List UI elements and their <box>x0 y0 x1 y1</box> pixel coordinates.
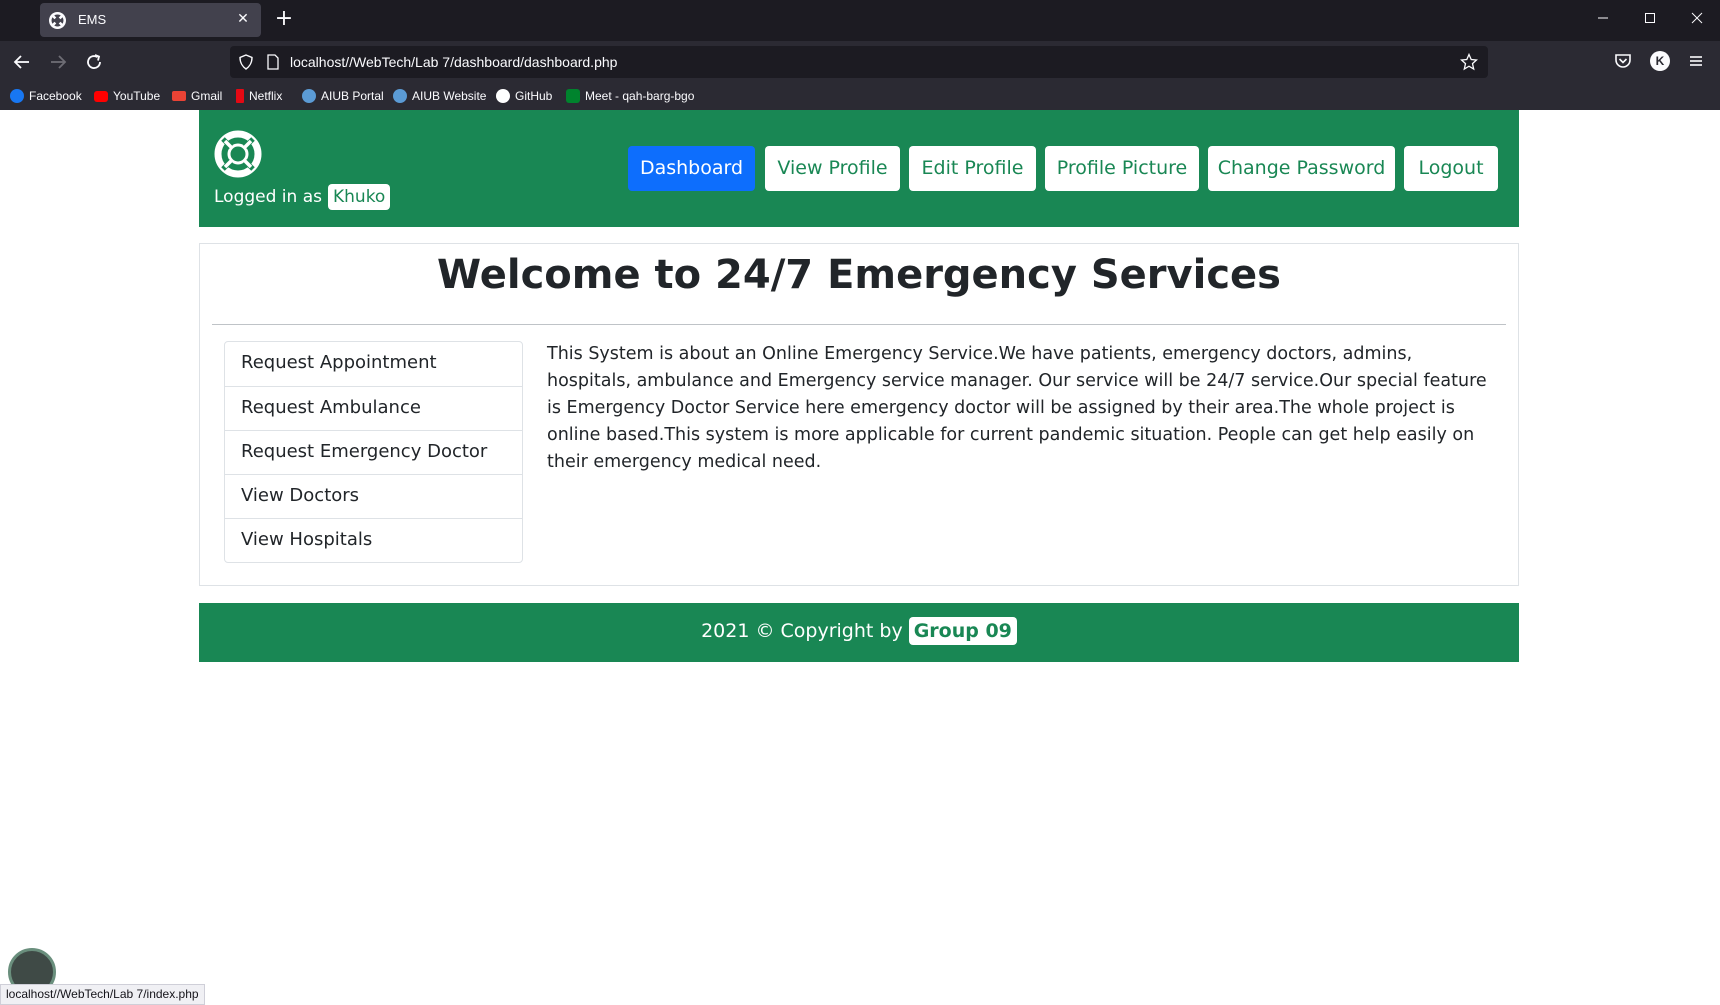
page-title: Welcome to 24/7 Emergency Services <box>200 252 1518 298</box>
bookmark-aiub-website[interactable]: AIUB Website <box>393 87 486 105</box>
bookmark-youtube[interactable]: YouTube <box>94 87 160 105</box>
bookmark-aiub-portal[interactable]: AIUB Portal <box>302 87 384 105</box>
nav-dashboard-button[interactable]: Dashboard <box>628 146 755 191</box>
bookmark-github[interactable]: GitHub <box>496 87 552 105</box>
about-text: This System is about an Online Emergency… <box>547 344 1487 472</box>
star-icon[interactable] <box>1460 53 1478 71</box>
lifebuoy-icon <box>214 130 262 178</box>
welcome-service-name: 24/7 Emergency Services <box>715 252 1281 298</box>
browser-nav-bar: localhost//WebTech/Lab 7/dashboard/dashb… <box>0 41 1720 81</box>
bookmark-netflix[interactable]: Netflix <box>236 87 282 105</box>
status-url-tooltip: localhost//WebTech/Lab 7/index.php <box>0 984 205 1005</box>
bookmark-label: GitHub <box>515 89 553 103</box>
logged-in-label: Logged in as <box>214 187 322 207</box>
nav-change-password-button[interactable]: Change Password <box>1208 146 1395 191</box>
menu-item-request-appointment[interactable]: Request Appointment <box>225 342 522 386</box>
nav-profile-picture-button[interactable]: Profile Picture <box>1045 146 1199 191</box>
menu-item-view-doctors[interactable]: View Doctors <box>225 474 522 518</box>
bookmark-label: Gmail <box>191 89 223 103</box>
new-tab-button[interactable]: + <box>272 7 296 31</box>
group-badge: Group 09 <box>908 617 1017 645</box>
github-icon <box>496 89 510 103</box>
bookmark-facebook[interactable]: Facebook <box>10 87 82 105</box>
aiub-icon <box>393 89 407 103</box>
netflix-icon <box>236 89 244 103</box>
tab-title: EMS <box>78 12 107 27</box>
menu-item-request-ambulance[interactable]: Request Ambulance <box>225 386 522 430</box>
maximize-icon <box>1645 13 1655 23</box>
bookmark-gmail[interactable]: Gmail <box>172 87 222 105</box>
menu-item-request-emergency-doctor[interactable]: Request Emergency Doctor <box>225 430 522 474</box>
url-text: localhost//WebTech/Lab 7/dashboard/dashb… <box>290 54 618 70</box>
nav-view-profile-button[interactable]: View Profile <box>765 146 900 191</box>
shield-icon[interactable] <box>238 54 254 70</box>
site-header: Logged in as Khuko Dashboard View Profil… <box>199 110 1519 227</box>
window-close-button[interactable] <box>1674 0 1720 38</box>
facebook-icon <box>10 89 24 103</box>
maximize-button[interactable] <box>1627 0 1673 38</box>
bookmark-meet[interactable]: Meet - qah-barg-bgo <box>566 87 694 105</box>
welcome-prefix: Welcome to <box>437 252 702 298</box>
browser-tab[interactable]: EMS ✕ <box>40 3 261 37</box>
close-icon[interactable]: ✕ <box>233 9 253 29</box>
nav-logout-button[interactable]: Logout <box>1404 146 1498 191</box>
menu-item-view-hospitals[interactable]: View Hospitals <box>225 518 522 562</box>
logged-in-status: Logged in as Khuko <box>214 184 391 210</box>
aiub-icon <box>302 89 316 103</box>
page-content: Logged in as Khuko Dashboard View Profil… <box>0 110 1720 1005</box>
bookmark-label: YouTube <box>113 89 161 103</box>
page-icon <box>267 54 279 70</box>
youtube-icon <box>94 90 108 102</box>
services-menu: Request Appointment Request Ambulance Re… <box>224 341 523 563</box>
username-badge: Khuko <box>328 184 391 210</box>
content-card: Welcome to 24/7 Emergency Services Reque… <box>199 243 1519 586</box>
account-avatar[interactable]: K <box>1650 51 1670 71</box>
address-bar[interactable]: localhost//WebTech/Lab 7/dashboard/dashb… <box>230 46 1488 78</box>
pocket-icon[interactable] <box>1613 51 1633 71</box>
menu-icon[interactable] <box>1686 51 1706 71</box>
minimize-icon <box>1598 17 1608 19</box>
footer-copyright: 2021 © Copyright by Group 09 <box>701 617 1017 645</box>
bookmark-label: AIUB Portal <box>321 89 384 103</box>
lifebuoy-icon <box>49 12 66 29</box>
divider <box>212 324 1506 325</box>
bookmarks-bar: Facebook YouTube Gmail Netflix AIUB Port… <box>0 81 1720 110</box>
close-icon <box>1691 12 1703 24</box>
site-footer: 2021 © Copyright by Group 09 <box>199 603 1519 662</box>
bookmark-label: Netflix <box>249 89 283 103</box>
reload-icon[interactable] <box>81 49 107 75</box>
minimize-button[interactable] <box>1580 0 1626 38</box>
forward-arrow-icon[interactable] <box>45 49 71 75</box>
nav-edit-profile-button[interactable]: Edit Profile <box>909 146 1036 191</box>
bookmark-label: Meet - qah-barg-bgo <box>585 89 695 103</box>
copyright-text: 2021 © Copyright by <box>701 620 903 642</box>
browser-tab-bar: EMS ✕ + <box>0 0 1720 41</box>
back-arrow-icon[interactable] <box>9 49 35 75</box>
bookmark-label: AIUB Website <box>412 89 487 103</box>
meet-icon <box>566 89 580 103</box>
gmail-icon <box>172 91 186 101</box>
bookmark-label: Facebook <box>29 89 82 103</box>
